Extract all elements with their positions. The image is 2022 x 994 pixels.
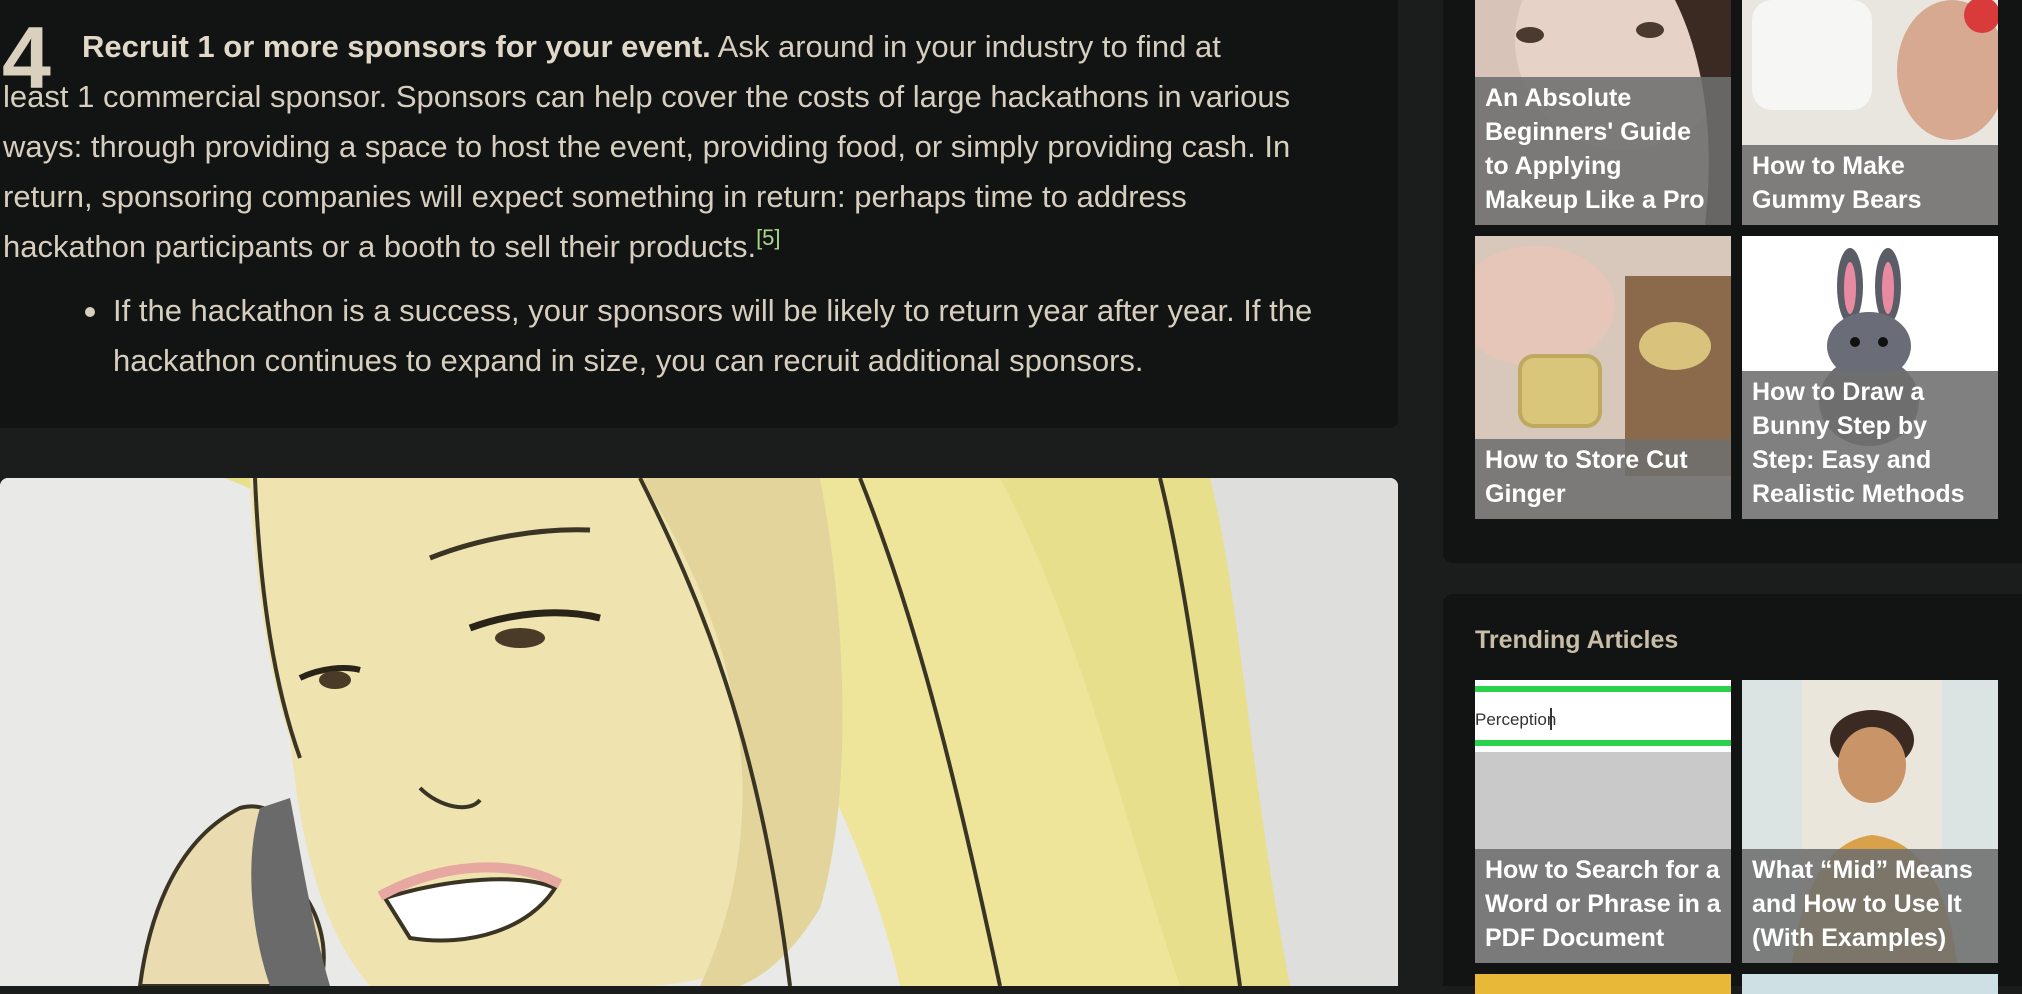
step-body-text: Ask around in your industry to find at l… — [3, 29, 1291, 264]
step-bold-text: Recruit 1 or more sponsors for your even… — [82, 29, 711, 64]
trending-article-tile[interactable] — [1475, 974, 1731, 994]
trending-article-title[interactable]: What “Mid” Means and How to Use It (With… — [1742, 849, 1998, 963]
thumb-search-text: Perception — [1475, 710, 1556, 729]
related-article-title[interactable]: How to Make Gummy Bears — [1742, 145, 1998, 225]
bullet-item: If the hackathon is a success, your spon… — [0, 286, 1320, 386]
citation-link[interactable]: [5] — [756, 225, 780, 250]
related-article-tile[interactable]: An Absolute Beginners' Guide to Applying… — [1475, 0, 1731, 225]
related-article-tile[interactable]: How to Draw a Bunny Step by Step: Easy a… — [1742, 236, 1998, 519]
step-text: Recruit 1 or more sponsors for your even… — [3, 22, 1293, 272]
trending-article-tile[interactable]: Perception How to Search for a Word or P… — [1475, 680, 1731, 963]
bullet-dot-icon — [85, 307, 95, 317]
related-article-title[interactable]: How to Store Cut Ginger — [1475, 439, 1731, 519]
step-illustration — [0, 478, 1398, 986]
bullet-text: If the hackathon is a success, your spon… — [113, 293, 1313, 378]
trending-article-tile[interactable] — [1742, 974, 1998, 994]
woman-on-phone-illustration — [0, 478, 1398, 986]
trending-articles-card: Trending Articles Perception How to Sear… — [1443, 594, 2022, 994]
related-article-title[interactable]: An Absolute Beginners' Guide to Applying… — [1475, 77, 1731, 225]
trending-article-tile[interactable]: What “Mid” Means and How to Use It (With… — [1742, 680, 1998, 963]
trending-heading: Trending Articles — [1475, 626, 1679, 654]
trending-article-title[interactable]: How to Search for a Word or Phrase in a … — [1475, 849, 1731, 963]
step-card: 4 Recruit 1 or more sponsors for your ev… — [0, 0, 1398, 428]
related-articles-card: An Absolute Beginners' Guide to Applying… — [1443, 0, 2022, 563]
related-article-tile[interactable]: How to Make Gummy Bears — [1742, 0, 1998, 225]
related-article-tile[interactable]: How to Store Cut Ginger — [1475, 236, 1731, 519]
step-bullet-list: If the hackathon is a success, your spon… — [0, 286, 1320, 386]
related-article-title[interactable]: How to Draw a Bunny Step by Step: Easy a… — [1742, 371, 1998, 519]
